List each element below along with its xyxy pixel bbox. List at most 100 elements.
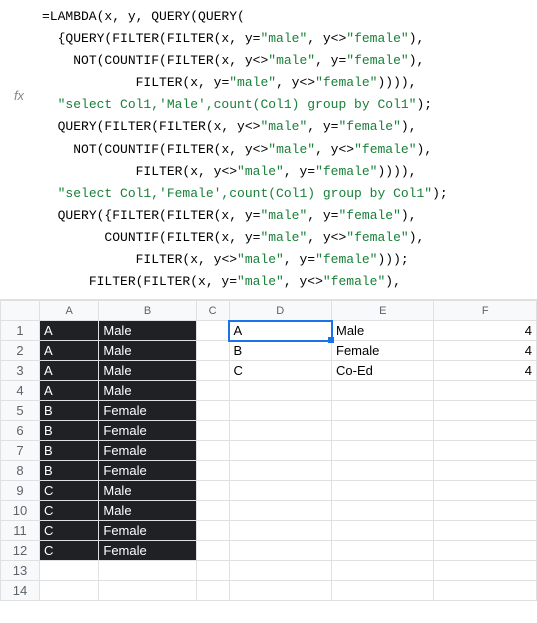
- cell-A9[interactable]: C: [39, 481, 98, 501]
- row-header[interactable]: 13: [1, 561, 40, 581]
- row-header[interactable]: 10: [1, 501, 40, 521]
- cell-A1[interactable]: A: [39, 321, 98, 341]
- cell-D5[interactable]: [229, 401, 331, 421]
- cell-D9[interactable]: [229, 481, 331, 501]
- cell-C2[interactable]: [196, 341, 229, 361]
- cell-E9[interactable]: [332, 481, 434, 501]
- cell-A8[interactable]: B: [39, 461, 98, 481]
- cell-F9[interactable]: [434, 481, 537, 501]
- cell-D10[interactable]: [229, 501, 331, 521]
- cell-B2[interactable]: Male: [99, 341, 196, 361]
- row-header[interactable]: 4: [1, 381, 40, 401]
- row-header[interactable]: 3: [1, 361, 40, 381]
- formula-content[interactable]: =LAMBDA(x, y, QUERY(QUERY( {QUERY(FILTER…: [38, 4, 537, 295]
- row-header[interactable]: 5: [1, 401, 40, 421]
- cell-E12[interactable]: [332, 541, 434, 561]
- cell-C3[interactable]: [196, 361, 229, 381]
- cell-A5[interactable]: B: [39, 401, 98, 421]
- cell-D2[interactable]: B: [229, 341, 331, 361]
- row-header[interactable]: 12: [1, 541, 40, 561]
- cell-C6[interactable]: [196, 421, 229, 441]
- row-header[interactable]: 11: [1, 521, 40, 541]
- cell-E11[interactable]: [332, 521, 434, 541]
- cell-C8[interactable]: [196, 461, 229, 481]
- cell-E3[interactable]: Co-Ed: [332, 361, 434, 381]
- cell-F3[interactable]: 4: [434, 361, 537, 381]
- cell-B10[interactable]: Male: [99, 501, 196, 521]
- row-header[interactable]: 14: [1, 581, 40, 601]
- cell-F7[interactable]: [434, 441, 537, 461]
- cell-D12[interactable]: [229, 541, 331, 561]
- row-header[interactable]: 6: [1, 421, 40, 441]
- row-header[interactable]: 7: [1, 441, 40, 461]
- cell-F4[interactable]: [434, 381, 537, 401]
- cell-E14[interactable]: [332, 581, 434, 601]
- cell-A10[interactable]: C: [39, 501, 98, 521]
- cell-A3[interactable]: A: [39, 361, 98, 381]
- cell-C13[interactable]: [196, 561, 229, 581]
- cell-E4[interactable]: [332, 381, 434, 401]
- cell-A2[interactable]: A: [39, 341, 98, 361]
- col-header-B[interactable]: B: [99, 301, 196, 321]
- cell-F8[interactable]: [434, 461, 537, 481]
- cell-B13[interactable]: [99, 561, 196, 581]
- cell-D8[interactable]: [229, 461, 331, 481]
- cell-F14[interactable]: [434, 581, 537, 601]
- cell-B1[interactable]: Male: [99, 321, 196, 341]
- cell-A7[interactable]: B: [39, 441, 98, 461]
- cell-A6[interactable]: B: [39, 421, 98, 441]
- cell-E2[interactable]: Female: [332, 341, 434, 361]
- cell-B12[interactable]: Female: [99, 541, 196, 561]
- cell-D1[interactable]: A: [229, 321, 331, 341]
- cell-C5[interactable]: [196, 401, 229, 421]
- cell-E6[interactable]: [332, 421, 434, 441]
- cell-D4[interactable]: [229, 381, 331, 401]
- cell-A13[interactable]: [39, 561, 98, 581]
- cell-B6[interactable]: Female: [99, 421, 196, 441]
- cell-B5[interactable]: Female: [99, 401, 196, 421]
- col-header-A[interactable]: A: [39, 301, 98, 321]
- cell-B9[interactable]: Male: [99, 481, 196, 501]
- cell-E5[interactable]: [332, 401, 434, 421]
- cell-F11[interactable]: [434, 521, 537, 541]
- cell-B14[interactable]: [99, 581, 196, 601]
- cell-C1[interactable]: [196, 321, 229, 341]
- cell-F12[interactable]: [434, 541, 537, 561]
- cell-D11[interactable]: [229, 521, 331, 541]
- cell-A4[interactable]: A: [39, 381, 98, 401]
- row-header[interactable]: 9: [1, 481, 40, 501]
- cell-C9[interactable]: [196, 481, 229, 501]
- cell-D3[interactable]: C: [229, 361, 331, 381]
- cell-C10[interactable]: [196, 501, 229, 521]
- cell-B3[interactable]: Male: [99, 361, 196, 381]
- cell-F2[interactable]: 4: [434, 341, 537, 361]
- cell-F10[interactable]: [434, 501, 537, 521]
- cell-F1[interactable]: 4: [434, 321, 537, 341]
- corner-cell[interactable]: [1, 301, 40, 321]
- row-header[interactable]: 2: [1, 341, 40, 361]
- cell-C7[interactable]: [196, 441, 229, 461]
- cell-B11[interactable]: Female: [99, 521, 196, 541]
- cell-E8[interactable]: [332, 461, 434, 481]
- cell-C11[interactable]: [196, 521, 229, 541]
- col-header-F[interactable]: F: [434, 301, 537, 321]
- cell-E13[interactable]: [332, 561, 434, 581]
- col-header-E[interactable]: E: [332, 301, 434, 321]
- cell-F13[interactable]: [434, 561, 537, 581]
- row-header[interactable]: 8: [1, 461, 40, 481]
- cell-C4[interactable]: [196, 381, 229, 401]
- cell-D13[interactable]: [229, 561, 331, 581]
- cell-E1[interactable]: Male: [332, 321, 434, 341]
- cell-D6[interactable]: [229, 421, 331, 441]
- cell-D7[interactable]: [229, 441, 331, 461]
- cell-A11[interactable]: C: [39, 521, 98, 541]
- cell-F6[interactable]: [434, 421, 537, 441]
- row-header[interactable]: 1: [1, 321, 40, 341]
- cell-F5[interactable]: [434, 401, 537, 421]
- cell-B7[interactable]: Female: [99, 441, 196, 461]
- cell-B4[interactable]: Male: [99, 381, 196, 401]
- cell-B8[interactable]: Female: [99, 461, 196, 481]
- cell-A12[interactable]: C: [39, 541, 98, 561]
- col-header-C[interactable]: C: [196, 301, 229, 321]
- cell-C12[interactable]: [196, 541, 229, 561]
